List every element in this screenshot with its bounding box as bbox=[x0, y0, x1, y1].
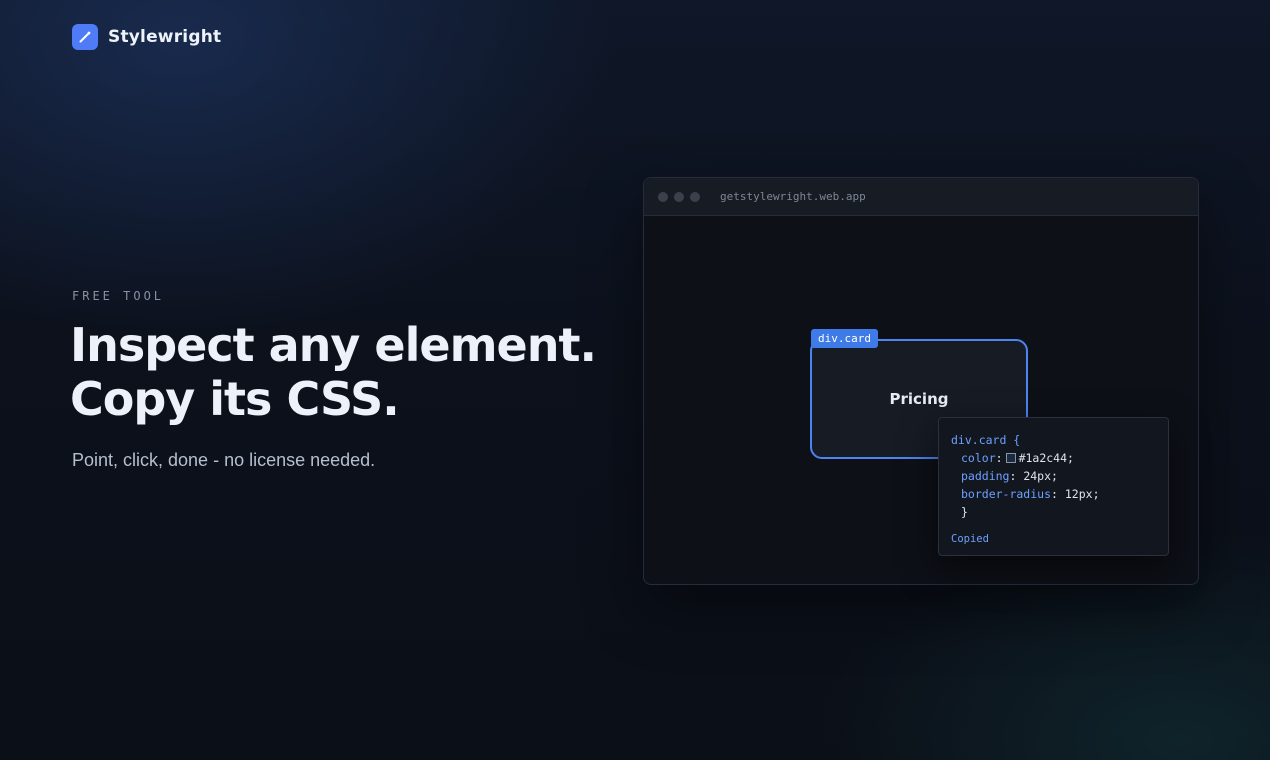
css-close-brace: } bbox=[961, 505, 968, 519]
css-value: 24px; bbox=[1023, 469, 1058, 483]
window-dot-icon bbox=[658, 191, 668, 202]
css-prop: border-radius bbox=[961, 487, 1052, 501]
browser-mockup: getstylewright.web.app Pricing div.card … bbox=[643, 177, 1199, 585]
window-dot-icon bbox=[674, 191, 684, 202]
brand-name: Stylewright bbox=[108, 27, 222, 47]
card-title: Pricing bbox=[889, 390, 949, 408]
css-rule: color: #1a2c44; bbox=[961, 451, 1074, 465]
css-prop: color bbox=[961, 451, 996, 465]
hero-headline: Inspect any element. Copy its CSS. bbox=[70, 318, 597, 426]
pen-icon bbox=[72, 24, 98, 50]
element-tag-badge: div.card bbox=[811, 329, 878, 348]
color-swatch-icon bbox=[1005, 453, 1016, 463]
hero-subhead: Point, click, done - no license needed. bbox=[72, 450, 376, 470]
copied-status: Copied bbox=[951, 533, 989, 545]
css-rule: border-radius: 12px; bbox=[961, 487, 1100, 501]
css-value: #1a2c44; bbox=[1018, 451, 1074, 465]
browser-url: getstylewright.web.app bbox=[720, 190, 866, 203]
css-popup[interactable]: div.card { color: #1a2c44; padding: 24px;… bbox=[938, 417, 1169, 556]
eyebrow-label: FREE TOOL bbox=[72, 289, 165, 303]
css-prop: padding bbox=[961, 469, 1010, 483]
brand[interactable]: Stylewright bbox=[72, 24, 221, 50]
css-rule: padding: 24px; bbox=[961, 469, 1058, 483]
css-value: 12px; bbox=[1064, 487, 1100, 501]
headline-line-1: Inspect any element. bbox=[70, 318, 597, 372]
headline-line-2: Copy its CSS. bbox=[70, 372, 400, 426]
browser-titlebar: getstylewright.web.app bbox=[644, 178, 1198, 216]
window-dot-icon bbox=[690, 191, 700, 202]
css-selector: div.card { bbox=[951, 433, 1021, 447]
